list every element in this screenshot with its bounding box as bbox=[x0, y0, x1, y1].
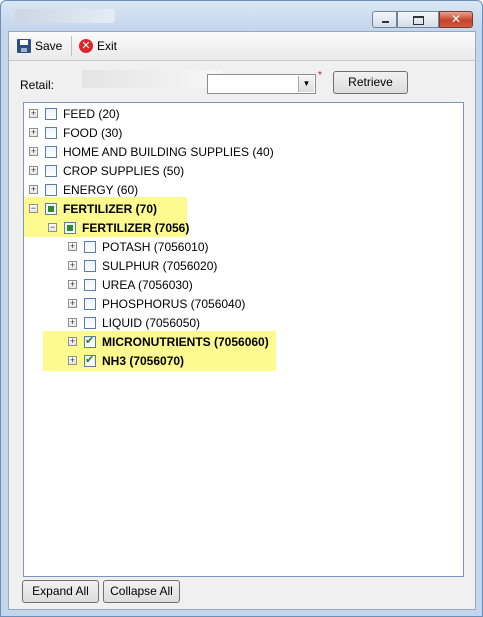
tree-node[interactable]: − FERTILIZER (7056) bbox=[48, 218, 189, 237]
tree-node[interactable]: + MICRONUTRIENTS (7056060) bbox=[68, 332, 269, 351]
minimize-icon bbox=[382, 21, 389, 23]
checkbox[interactable] bbox=[45, 183, 57, 196]
close-icon: ✕ bbox=[450, 12, 462, 26]
tree-node[interactable]: + UREA (7056030) bbox=[68, 275, 193, 294]
toolbar: Save ✕ Exit bbox=[9, 32, 475, 61]
tree-node[interactable]: + LIQUID (7056050) bbox=[68, 313, 200, 332]
checkbox[interactable] bbox=[84, 278, 96, 291]
title-bar[interactable]: ✕ bbox=[1, 1, 482, 31]
tree-node[interactable]: + ENERGY (60) bbox=[29, 180, 138, 199]
tree-node-label: PHOSPHORUS (7056040) bbox=[102, 296, 246, 311]
checkbox-checked[interactable] bbox=[84, 334, 96, 348]
expand-toggle-icon[interactable]: + bbox=[29, 185, 38, 194]
tree-node[interactable]: + FOOD (30) bbox=[29, 123, 122, 142]
expand-toggle-icon[interactable]: + bbox=[68, 299, 77, 308]
checkbox-partial[interactable] bbox=[64, 221, 76, 234]
checkbox[interactable] bbox=[84, 240, 96, 253]
tree-node[interactable]: + CROP SUPPLIES (50) bbox=[29, 161, 184, 180]
tree-node[interactable]: + NH3 (7056070) bbox=[68, 351, 184, 370]
tree-node-label: CROP SUPPLIES (50) bbox=[63, 163, 185, 178]
form-body: Save ✕ Exit Retail: ▼ * Retrieve + FEED … bbox=[8, 31, 476, 610]
maximize-icon bbox=[413, 16, 424, 25]
tree-node-label: POTASH (7056010) bbox=[102, 239, 209, 254]
retrieve-button[interactable]: Retrieve bbox=[333, 71, 408, 94]
tree-node[interactable]: + HOME AND BUILDING SUPPLIES (40) bbox=[29, 142, 274, 161]
tree-node-label: FERTILIZER (70) bbox=[63, 201, 158, 216]
floppy-disk-icon bbox=[17, 39, 31, 53]
tree-node[interactable]: − FERTILIZER (70) bbox=[29, 199, 157, 218]
toolbar-separator bbox=[71, 36, 72, 56]
maximize-button[interactable] bbox=[397, 11, 439, 28]
tree-node-label: LIQUID (7056050) bbox=[102, 315, 201, 330]
checkbox-partial[interactable] bbox=[45, 202, 57, 215]
exit-x-icon: ✕ bbox=[79, 39, 93, 53]
window-title bbox=[15, 9, 115, 23]
tree-node-label: MICRONUTRIENTS (7056060) bbox=[102, 334, 269, 349]
collapse-toggle-icon[interactable]: − bbox=[48, 223, 57, 232]
checkbox[interactable] bbox=[84, 297, 96, 310]
application-window: ✕ Save ✕ Exit Retail: ▼ * Retrieve + FEE… bbox=[0, 0, 483, 617]
retail-blurred-area bbox=[82, 70, 222, 88]
tree-node[interactable]: + PHOSPHORUS (7056040) bbox=[68, 294, 245, 313]
exit-button[interactable]: ✕ Exit bbox=[76, 35, 120, 57]
collapse-all-button[interactable]: Collapse All bbox=[103, 580, 180, 603]
tree-node-label: SULPHUR (7056020) bbox=[102, 258, 218, 273]
collapse-toggle-icon[interactable]: − bbox=[29, 204, 38, 213]
tree-node[interactable]: + FEED (20) bbox=[29, 104, 120, 123]
expand-toggle-icon[interactable]: + bbox=[68, 337, 77, 346]
tree-node[interactable]: + SULPHUR (7056020) bbox=[68, 256, 217, 275]
retail-label: Retail: bbox=[20, 78, 55, 92]
expand-toggle-icon[interactable]: + bbox=[68, 318, 77, 327]
expand-toggle-icon[interactable]: + bbox=[29, 147, 38, 156]
expand-toggle-icon[interactable]: + bbox=[68, 280, 77, 289]
expand-toggle-icon[interactable]: + bbox=[68, 261, 77, 270]
checkbox[interactable] bbox=[84, 316, 96, 329]
expand-toggle-icon[interactable]: + bbox=[68, 242, 77, 251]
tree-node-label: UREA (7056030) bbox=[102, 277, 193, 292]
tree-node-label: FEED (20) bbox=[63, 106, 120, 121]
checkbox[interactable] bbox=[45, 107, 57, 120]
expand-toggle-icon[interactable]: + bbox=[29, 166, 38, 175]
dropdown-arrow-icon[interactable]: ▼ bbox=[298, 76, 314, 92]
tree-node-label: ENERGY (60) bbox=[63, 182, 139, 197]
minimize-button[interactable] bbox=[372, 11, 397, 28]
checkbox[interactable] bbox=[45, 126, 57, 139]
retail-select[interactable]: ▼ bbox=[207, 74, 316, 94]
tree-node-label: FERTILIZER (7056) bbox=[82, 220, 190, 235]
exit-button-label: Exit bbox=[97, 39, 118, 53]
close-button[interactable]: ✕ bbox=[439, 11, 473, 28]
tree-node-label: NH3 (7056070) bbox=[102, 353, 185, 368]
expand-toggle-icon[interactable]: + bbox=[29, 128, 38, 137]
save-button-label: Save bbox=[35, 39, 63, 53]
expand-all-button[interactable]: Expand All bbox=[22, 580, 99, 603]
checkbox[interactable] bbox=[45, 164, 57, 177]
required-marker: * bbox=[318, 70, 322, 81]
checkbox-checked[interactable] bbox=[84, 353, 96, 367]
tree-node-label: FOOD (30) bbox=[63, 125, 123, 140]
save-button[interactable]: Save bbox=[14, 35, 65, 57]
tree-node[interactable]: + POTASH (7056010) bbox=[68, 237, 209, 256]
tree-node-label: HOME AND BUILDING SUPPLIES (40) bbox=[63, 144, 274, 159]
expand-toggle-icon[interactable]: + bbox=[29, 109, 38, 118]
checkbox[interactable] bbox=[84, 259, 96, 272]
checkbox[interactable] bbox=[45, 145, 57, 158]
expand-toggle-icon[interactable]: + bbox=[68, 356, 77, 365]
category-tree[interactable]: + FEED (20) + FOOD (30) + HOME AND BUILD… bbox=[23, 102, 464, 577]
